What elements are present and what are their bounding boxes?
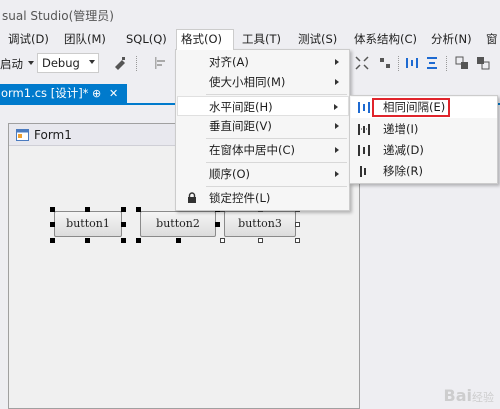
submenu-arrow-icon	[335, 147, 339, 153]
menu-sql[interactable]: SQL(Q)	[122, 31, 171, 49]
resize-handle[interactable]	[220, 238, 225, 243]
center-icon[interactable]	[355, 56, 369, 70]
menu-test[interactable]: 测试(S)	[294, 31, 341, 49]
submenu-arrow-icon	[335, 79, 339, 85]
resize-handle[interactable]	[136, 207, 141, 212]
resize-handle[interactable]	[295, 222, 300, 227]
resize-handle[interactable]	[50, 238, 55, 243]
vspace-icon[interactable]	[425, 56, 439, 70]
config-value: Debug	[42, 56, 80, 70]
menu-bar: 调试(D) 团队(M) SQL(Q) 格式(O) 工具(T) 测试(S) 体系结…	[0, 28, 500, 50]
menu-item-make-same-size[interactable]: 使大小相同(M)	[177, 72, 349, 92]
resize-handle[interactable]	[215, 222, 220, 227]
attach-icon[interactable]	[113, 56, 127, 70]
align-left-icon[interactable]	[153, 56, 167, 70]
toolbar-separator	[136, 56, 137, 71]
menu-item-increase[interactable]: 递增(I)	[351, 119, 497, 140]
close-icon[interactable]: ✕	[109, 84, 118, 103]
menu-tools[interactable]: 工具(T)	[238, 31, 285, 49]
menu-item-center-in-form[interactable]: 在窗体中居中(C)	[177, 140, 349, 160]
menu-item-order[interactable]: 顺序(O)	[177, 164, 349, 184]
form-title: Form1	[34, 128, 72, 142]
menu-item-decrease[interactable]: 递减(D)	[351, 140, 497, 161]
watermark: Bai经验	[443, 386, 494, 405]
remove-spacing-icon	[360, 166, 366, 177]
bring-front-icon[interactable]	[455, 56, 469, 70]
menu-separator	[206, 138, 347, 139]
button3[interactable]: button3	[224, 211, 296, 237]
submenu-arrow-icon	[334, 104, 338, 110]
resize-handle[interactable]	[85, 207, 90, 212]
lock-icon	[188, 192, 196, 203]
resize-handle[interactable]	[121, 238, 126, 243]
send-back-icon[interactable]	[476, 56, 490, 70]
decrease-spacing-icon	[358, 145, 370, 156]
menu-separator	[206, 162, 347, 163]
config-dropdown[interactable]: Debug	[37, 53, 99, 73]
resize-handle[interactable]	[136, 238, 141, 243]
hspace-icon[interactable]	[405, 56, 419, 70]
resize-handle[interactable]	[176, 238, 181, 243]
toolbar-separator-2	[398, 56, 399, 71]
start-label[interactable]: 启动	[0, 56, 23, 72]
tab-label: orm1.cs [设计]*	[1, 86, 89, 100]
menu-separator	[206, 94, 347, 95]
menu-item-vertical-spacing[interactable]: 垂直间距(V)	[177, 116, 349, 136]
submenu-arrow-icon	[335, 171, 339, 177]
resize-handle[interactable]	[295, 238, 300, 243]
menu-item-align[interactable]: 对齐(A)	[177, 52, 349, 72]
menu-architecture[interactable]: 体系结构(C)	[350, 31, 421, 49]
menu-item-lock-controls[interactable]: 锁定控件(L)	[177, 188, 349, 208]
resize-handle[interactable]	[258, 238, 263, 243]
resize-icon[interactable]	[378, 56, 392, 70]
horizontal-spacing-submenu: 相同间隔(E) 递增(I) 递减(D) 移除(R)	[349, 95, 498, 184]
menu-item-make-equal[interactable]: 相同间隔(E)	[351, 97, 497, 118]
title-bar: sual Studio(管理员)	[0, 0, 500, 28]
tab-form1-design[interactable]: orm1.cs [设计]* ⊕ ✕	[0, 84, 127, 103]
menu-debug[interactable]: 调试(D)	[4, 31, 53, 49]
menu-item-remove[interactable]: 移除(R)	[351, 161, 497, 182]
submenu-arrow-icon	[335, 59, 339, 65]
pin-icon[interactable]: ⊕	[92, 84, 101, 103]
resize-handle[interactable]	[121, 222, 126, 227]
menu-format[interactable]: 格式(O)	[176, 29, 234, 50]
start-dropdown-icon[interactable]	[28, 61, 34, 65]
resize-handle[interactable]	[85, 238, 90, 243]
menu-analyze[interactable]: 分析(N)	[427, 31, 476, 49]
resize-handle[interactable]	[50, 222, 55, 227]
resize-handle[interactable]	[50, 207, 55, 212]
toolbar-separator-3	[446, 56, 447, 71]
make-equal-spacing-icon	[358, 102, 370, 113]
menu-separator	[206, 186, 347, 187]
highlight-box	[372, 98, 450, 117]
chevron-down-icon	[89, 60, 95, 64]
menu-item-horizontal-spacing[interactable]: 水平间距(H)	[177, 96, 349, 116]
resize-handle[interactable]	[121, 207, 126, 212]
button1[interactable]: button1	[54, 211, 122, 237]
window-title: sual Studio(管理员)	[2, 9, 114, 23]
format-menu: 对齐(A) 使大小相同(M) 水平间距(H) 垂直间距(V) 在窗体中居中(C)…	[175, 49, 350, 211]
menu-team[interactable]: 团队(M)	[60, 31, 110, 49]
button2[interactable]: button2	[140, 211, 216, 237]
menu-window[interactable]: 窗	[482, 31, 500, 49]
submenu-arrow-icon	[335, 123, 339, 129]
increase-spacing-icon	[358, 124, 370, 135]
form-icon	[16, 129, 29, 141]
